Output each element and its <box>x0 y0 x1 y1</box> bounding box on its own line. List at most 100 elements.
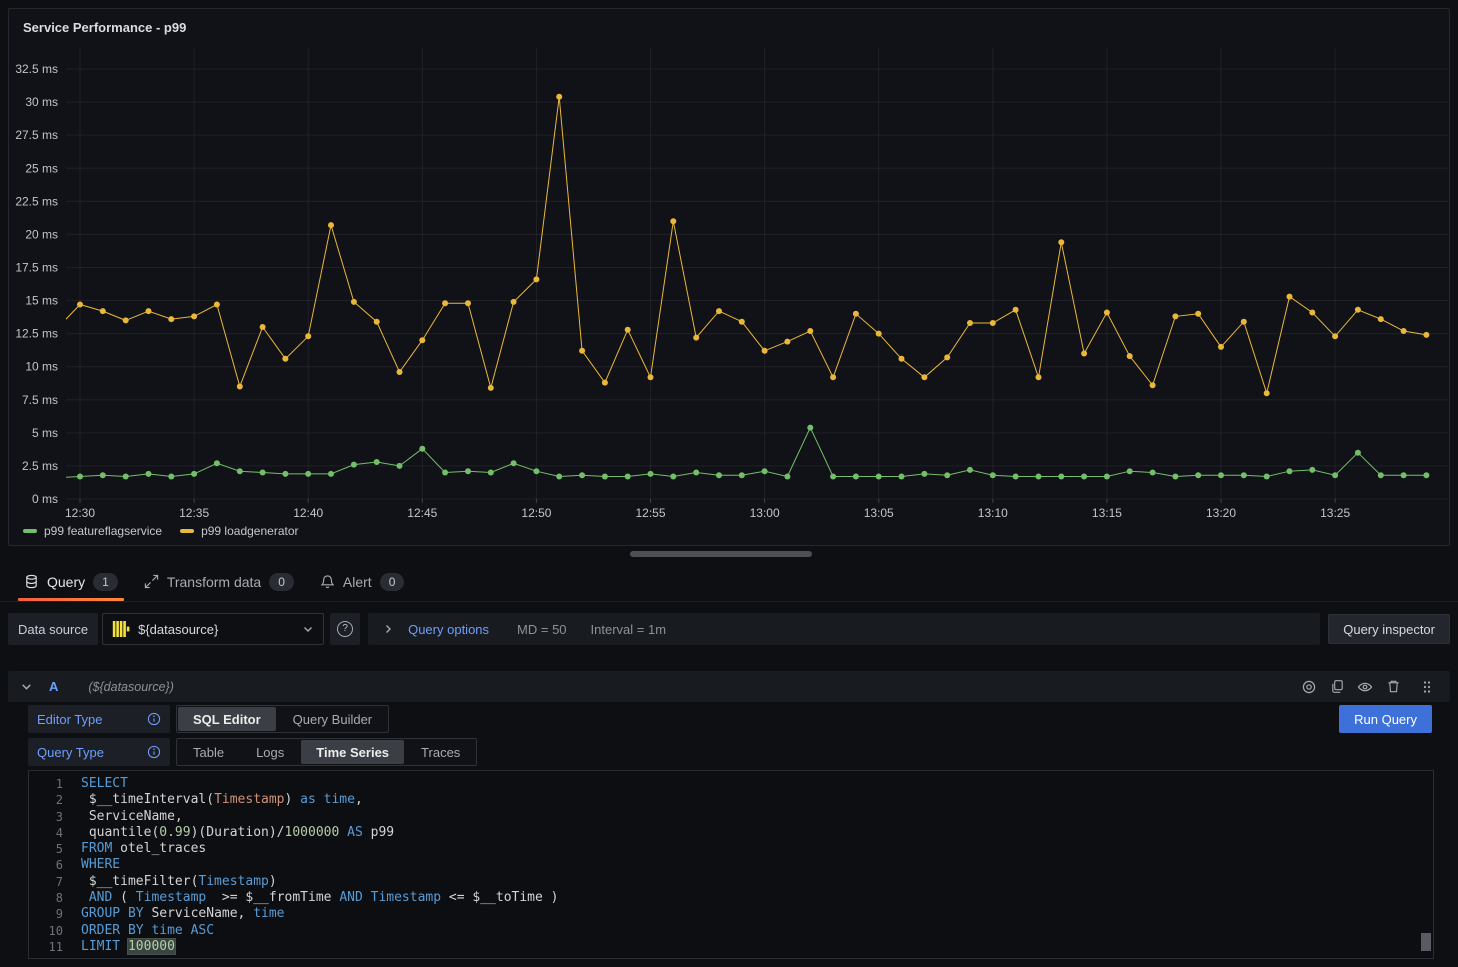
drag-handle[interactable] <box>1416 676 1438 698</box>
code-content[interactable]: WHERE <box>63 857 120 873</box>
data-point <box>625 474 631 480</box>
line-number: 11 <box>29 939 63 955</box>
y-axis-label: 22.5 ms <box>15 194 58 208</box>
info-icon[interactable] <box>147 712 161 726</box>
data-point <box>1218 344 1224 350</box>
code-content[interactable]: $__timeFilter(Timestamp) <box>63 874 277 890</box>
legend-item-p99-featureflagservice[interactable]: p99 featureflagservice <box>23 524 162 538</box>
hide-query-button[interactable] <box>1354 676 1376 698</box>
data-point <box>351 299 357 305</box>
y-axis-label: 2.5 ms <box>22 459 58 473</box>
data-point <box>1150 382 1156 388</box>
x-axis-label: 13:05 <box>864 506 894 520</box>
sql-code-editor[interactable]: 1SELECT2 $__timeInterval(Timestamp) as t… <box>28 770 1434 959</box>
query-row-actions <box>1298 676 1438 698</box>
code-content[interactable]: ORDER BY time ASC <box>63 923 214 939</box>
data-point <box>1378 316 1384 322</box>
tab-label: Query <box>47 574 85 590</box>
data-point <box>899 474 905 480</box>
option-table[interactable]: Table <box>178 740 239 764</box>
query-row-header: A (${datasource}) <box>8 671 1450 702</box>
data-point <box>716 308 722 314</box>
chevron-down-icon[interactable] <box>20 680 33 693</box>
tab-query[interactable]: Query1 <box>14 562 128 601</box>
editor-type-group: SQL EditorQuery Builder <box>176 705 389 733</box>
info-icon[interactable] <box>147 745 161 759</box>
query-inspector-button[interactable]: Query inspector <box>1328 614 1450 644</box>
x-axis-label: 12:35 <box>179 506 209 520</box>
data-point <box>967 467 973 473</box>
option-time-series[interactable]: Time Series <box>301 740 404 764</box>
code-content[interactable]: quantile(0.99)(Duration)/1000000 AS p99 <box>63 825 394 841</box>
data-point <box>944 472 950 478</box>
grip-icon <box>1420 680 1434 694</box>
sql-token: AND <box>89 890 112 905</box>
tab-alert[interactable]: Alert0 <box>310 562 414 601</box>
code-content[interactable]: ServiceName, <box>63 809 183 825</box>
x-axis-label: 13:15 <box>1092 506 1122 520</box>
data-point <box>648 374 654 380</box>
datasource-help-button[interactable]: ? <box>330 613 360 645</box>
data-point <box>100 472 106 478</box>
data-point <box>853 311 859 317</box>
data-point <box>1241 319 1247 325</box>
code-content[interactable]: FROM otel_traces <box>63 841 206 857</box>
data-point <box>1264 474 1270 480</box>
remove-query-button[interactable] <box>1382 676 1404 698</box>
legend-item-p99-loadgenerator[interactable]: p99 loadgenerator <box>180 524 298 538</box>
data-point <box>442 470 448 476</box>
data-point <box>739 472 745 478</box>
query-options-strip[interactable]: Query options MD = 50 Interval = 1m <box>368 613 1320 645</box>
y-axis-label: 5 ms <box>32 426 58 440</box>
option-traces[interactable]: Traces <box>406 740 475 764</box>
data-point <box>579 472 585 478</box>
x-axis-label: 12:55 <box>636 506 666 520</box>
data-point <box>397 463 403 469</box>
horizontal-scrollbar-thumb[interactable] <box>630 551 812 557</box>
y-axis-label: 17.5 ms <box>15 260 58 274</box>
sql-token: quantile( <box>81 825 159 840</box>
data-point <box>282 356 288 362</box>
data-point <box>921 471 927 477</box>
data-point <box>511 460 517 466</box>
datasource-picker[interactable]: ${datasource} <box>102 613 324 645</box>
y-axis-label: 15 ms <box>25 294 58 308</box>
sql-token: FROM <box>81 841 112 856</box>
data-point <box>1172 474 1178 480</box>
data-point <box>511 299 517 305</box>
code-line: 6WHERE <box>29 857 1433 873</box>
data-point <box>693 470 699 476</box>
x-axis-label: 13:00 <box>750 506 780 520</box>
eye-icon <box>1357 679 1373 695</box>
data-point <box>214 302 220 308</box>
code-content[interactable]: GROUP BY ServiceName, time <box>63 906 285 922</box>
line-number: 9 <box>29 906 63 922</box>
data-point <box>374 319 380 325</box>
legend-marker <box>180 529 194 533</box>
code-content[interactable]: LIMIT 100000 <box>63 939 175 955</box>
tab-transform-data[interactable]: Transform data0 <box>134 562 304 601</box>
sql-token <box>339 825 347 840</box>
sql-token: 1000000 <box>285 825 340 840</box>
editor-scrollbar-thumb[interactable] <box>1421 933 1431 951</box>
run-query-button[interactable]: Run Query <box>1339 705 1432 733</box>
data-point <box>1309 310 1315 316</box>
duplicate-query-button[interactable] <box>1326 676 1348 698</box>
timeseries-chart[interactable]: 0 ms2.5 ms5 ms7.5 ms10 ms12.5 ms15 ms17.… <box>9 9 1451 547</box>
code-content[interactable]: $__timeInterval(Timestamp) as time, <box>63 792 363 808</box>
y-axis-label: 32.5 ms <box>15 62 58 76</box>
record-query-button[interactable] <box>1298 676 1320 698</box>
code-content[interactable]: AND ( Timestamp >= $__fromTime AND Times… <box>63 890 558 906</box>
option-logs[interactable]: Logs <box>241 740 299 764</box>
option-query-builder[interactable]: Query Builder <box>278 707 387 731</box>
query-ref-name[interactable]: A <box>49 679 58 694</box>
option-sql-editor[interactable]: SQL Editor <box>178 707 276 731</box>
tab-label: Transform data <box>167 574 261 590</box>
sql-token: time <box>151 923 182 938</box>
line-number: 2 <box>29 792 63 808</box>
data-point <box>168 474 174 480</box>
sql-token: Timestamp <box>214 792 284 807</box>
code-content[interactable]: SELECT <box>63 776 128 792</box>
sql-token: ServiceName, <box>144 906 246 921</box>
data-point <box>944 354 950 360</box>
